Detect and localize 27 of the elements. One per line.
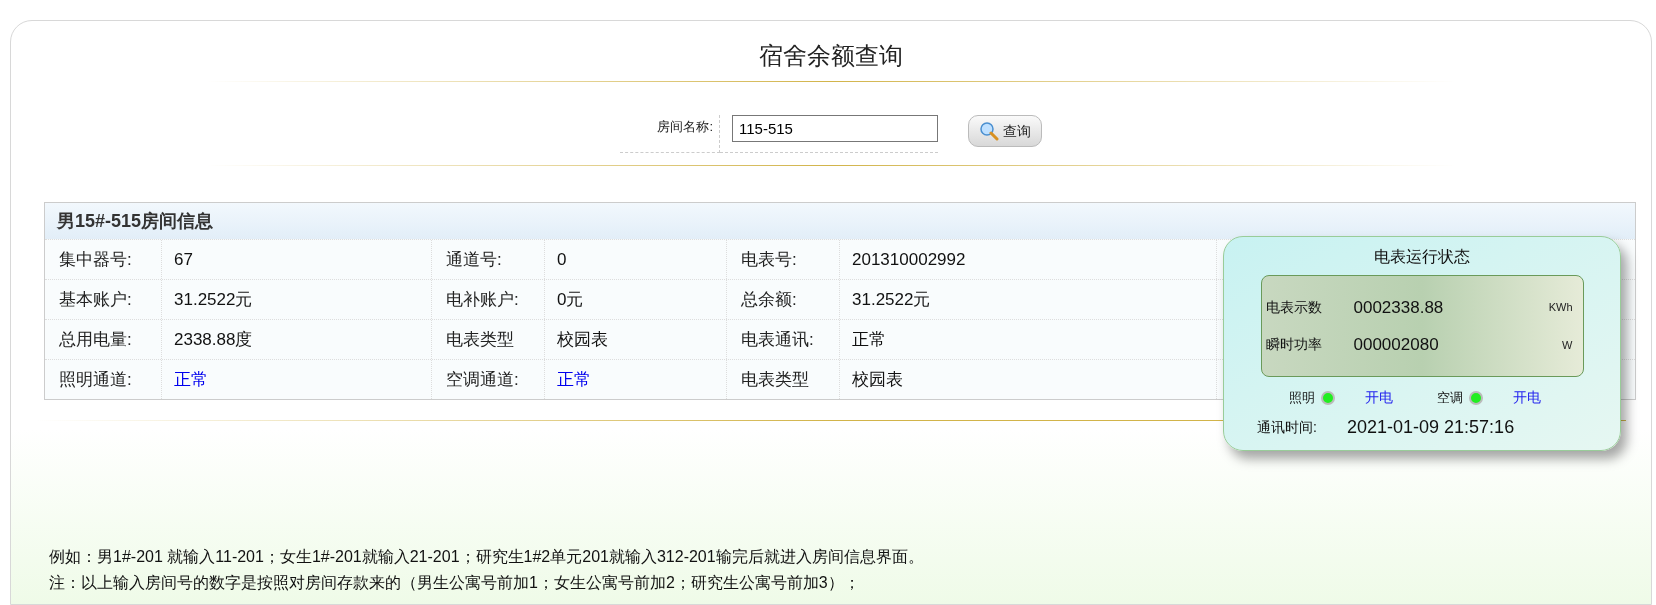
field-value: 正常 — [545, 360, 727, 399]
meter-status-title: 电表运行状态 — [1374, 247, 1470, 267]
channel-state: 开电 — [1513, 388, 1541, 407]
query-button[interactable]: 查询 — [968, 115, 1042, 147]
reading-label: 瞬时功率 — [1265, 335, 1323, 355]
room-name-input[interactable]: 115-515 — [732, 115, 938, 142]
field-label: 照明通道: — [45, 360, 162, 399]
comm-time-label: 通讯时间: — [1257, 418, 1318, 437]
channel-state: 开电 — [1365, 388, 1393, 407]
reading-label: 电表示数 — [1265, 297, 1323, 317]
field-value: 校园表 — [840, 360, 1217, 399]
reading-unit: W — [1562, 337, 1574, 353]
reading-value: 0002338.88 — [1353, 296, 1445, 319]
page-title: 宿舍余额查询 — [758, 41, 904, 71]
search-icon — [979, 121, 999, 141]
room-info-heading: 男15#-515房间信息 — [45, 203, 1635, 239]
note-text: 例如：男1#-201 就输入11-201；女生1#-201就输入21-201；研究生1#2单元201就输入312-201输完后就进入房间信息界面。 — [49, 547, 925, 567]
reading-unit: KWh — [1548, 300, 1574, 315]
channel-label: 空调 — [1437, 388, 1463, 407]
field-value: 正常 — [162, 360, 432, 399]
note-text: 注：以上输入房间号的数字是按照对房间存款来的（男生公寓号前加1；女生公寓号前加2；研究生公寓号前加3）； — [49, 573, 861, 593]
comm-time-value: 2021-01-09 21:57:16 — [1347, 416, 1515, 439]
field-label: 空调通道: — [432, 360, 545, 399]
reading-value: 000002080 — [1353, 334, 1440, 356]
channel-label: 照明 — [1289, 388, 1315, 407]
room-name-label: 房间名称: — [620, 115, 720, 153]
field-label: 电表类型 — [727, 360, 840, 399]
